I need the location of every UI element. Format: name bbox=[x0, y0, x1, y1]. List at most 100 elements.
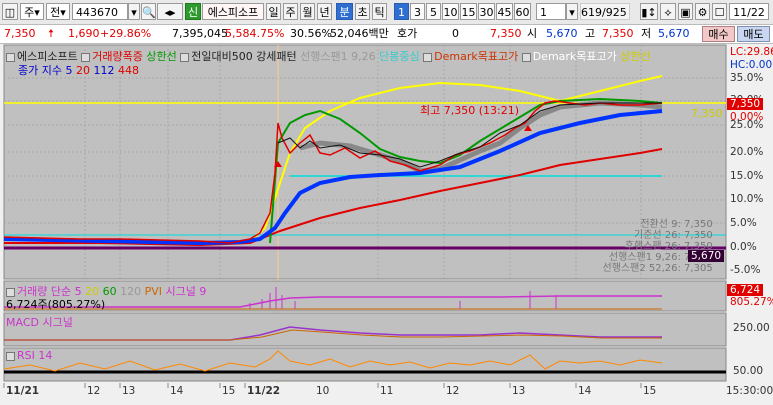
low-price-box: 5,670 bbox=[688, 250, 725, 262]
volume: 7,395,045 bbox=[172, 27, 228, 40]
period-week[interactable]: 주 bbox=[283, 3, 298, 20]
trade-amount: 52,046백만 bbox=[330, 27, 389, 40]
interval-10[interactable]: 10 bbox=[442, 3, 459, 20]
count-value: 1 bbox=[540, 6, 547, 19]
legend-ma448: 448 bbox=[117, 64, 139, 77]
interval-30[interactable]: 30 bbox=[478, 3, 495, 20]
sell-button-label: 매도 bbox=[743, 28, 764, 41]
interval-10-label: 10 bbox=[443, 6, 458, 19]
vol-legend-pvi: PVI bbox=[144, 285, 163, 298]
interval-3-label: 3 bbox=[414, 6, 421, 19]
interval-15[interactable]: 15 bbox=[460, 3, 477, 20]
type-select[interactable]: 주▾ bbox=[20, 3, 44, 20]
time-label-1122: 11/22 bbox=[247, 385, 281, 397]
interval-1-label: 1 bbox=[398, 6, 405, 19]
time-label-13b: 13 bbox=[512, 385, 526, 397]
low-label: 저 bbox=[641, 27, 652, 40]
legend-candle-center: 단봉중심 bbox=[379, 50, 420, 63]
note-span2: 선행스팬2 52,26: 7,305 bbox=[602, 263, 713, 274]
legend-demark-2: Demark목표고가 bbox=[532, 50, 617, 63]
up-arrow-icon: 🠅 bbox=[48, 27, 55, 40]
date-value: 11/22 bbox=[733, 6, 765, 19]
code-value: 443670 bbox=[76, 6, 118, 19]
period-day-label: 일 bbox=[268, 6, 279, 19]
legend-row-2: 종가 지수 5 20 112 448 bbox=[18, 62, 139, 78]
legend-ma20: 20 bbox=[75, 64, 90, 77]
interval-45[interactable]: 45 bbox=[496, 3, 513, 20]
stock-name-field[interactable]: 에스피소프 bbox=[202, 3, 264, 20]
interval-45-label: 45 bbox=[497, 6, 512, 19]
period-tick-label: 틱 bbox=[374, 6, 385, 19]
right-price-annotation: 7,350 bbox=[691, 107, 723, 120]
count-input[interactable]: 1 bbox=[536, 3, 566, 20]
period-minute[interactable]: 분 bbox=[336, 3, 353, 20]
count-dropdown-icon[interactable]: ▾ bbox=[566, 3, 578, 20]
period-day[interactable]: 일 bbox=[266, 3, 281, 20]
code-dropdown-icon[interactable]: ▾ bbox=[128, 3, 140, 20]
volume-pct-box: 805.27% bbox=[730, 296, 773, 308]
legend-upper: 상한선 bbox=[146, 50, 177, 63]
tick-20: 20.0% bbox=[730, 146, 764, 158]
legend-box-icon bbox=[521, 52, 531, 62]
interval-5[interactable]: 5 bbox=[426, 3, 441, 20]
period-month[interactable]: 월 bbox=[300, 3, 315, 20]
rsi-legend-label: RSI 14 bbox=[17, 349, 53, 362]
tick-15: 15.0% bbox=[730, 170, 764, 182]
buy-button[interactable]: 매수 bbox=[702, 26, 735, 42]
volume-sub: 6,724주(805.27%) bbox=[6, 298, 106, 311]
interval-5-label: 5 bbox=[430, 6, 437, 19]
period-week-label: 주 bbox=[285, 6, 296, 19]
time-label-12b: 12 bbox=[446, 385, 460, 397]
vol-legend-120: 120 bbox=[120, 285, 142, 298]
period-second[interactable]: 초 bbox=[355, 3, 370, 20]
period-year-label: 년 bbox=[319, 6, 330, 19]
last-price-box: 7,350 bbox=[727, 98, 764, 110]
search-icon[interactable]: 🔍 bbox=[141, 3, 156, 20]
time-label-13a: 13 bbox=[122, 385, 136, 397]
open-label: 시 bbox=[527, 27, 538, 40]
hoga-value: 0 bbox=[452, 27, 459, 40]
high-annotation: 최고 7,350 (13:21) bbox=[420, 104, 520, 117]
page-counter-value: 619/925 bbox=[581, 6, 627, 19]
interval-60[interactable]: 60 bbox=[514, 3, 531, 20]
macd-legend-signal: 시그널 bbox=[42, 316, 73, 329]
time-label-end: 15:30:00 bbox=[726, 385, 773, 397]
sell-button[interactable]: 매도 bbox=[737, 26, 770, 42]
chart-area[interactable]: 에스피소프트 거래량폭증 상한선 전일대비500 강세패턴 선행스팬1 9,26… bbox=[0, 43, 773, 402]
tick-0: 0.0% bbox=[730, 241, 757, 253]
time-label-10: 10 bbox=[316, 385, 330, 397]
note-conversion: 전환선 9: 7,350 bbox=[640, 219, 713, 230]
tick-minus-5: -5.0% bbox=[730, 264, 761, 276]
time-label-15a: 15 bbox=[222, 385, 236, 397]
macd-legend-macd: MACD bbox=[6, 316, 39, 329]
period-year[interactable]: 년 bbox=[317, 3, 332, 20]
item-select[interactable]: 전▾ bbox=[46, 3, 70, 20]
item-select-value: 전 bbox=[50, 6, 61, 19]
low-price: 5,670 bbox=[658, 27, 690, 40]
gear-icon[interactable]: ⚙ bbox=[695, 3, 710, 20]
time-label-14b: 14 bbox=[578, 385, 592, 397]
tools-icon[interactable]: ⟡ bbox=[660, 3, 676, 20]
legend-box-icon bbox=[81, 52, 91, 62]
open-price: 5,670 bbox=[546, 27, 578, 40]
stock-name: 에스피소프 bbox=[207, 6, 259, 19]
window-icon[interactable]: ◫ bbox=[2, 3, 18, 20]
new-badge-label: 신 bbox=[187, 6, 199, 19]
checkbox-icon[interactable]: ☐ bbox=[712, 3, 727, 20]
date-field[interactable]: 11/22 bbox=[729, 3, 769, 20]
period-tick[interactable]: 틱 bbox=[372, 3, 387, 20]
interval-3[interactable]: 3 bbox=[410, 3, 425, 20]
price-change: 1,690 bbox=[68, 27, 100, 40]
vol-legend-signal: 시그널 9 bbox=[165, 285, 207, 298]
ichimoku-notes: 전환선 9: 7,350 기준선 26: 7,350 후행스팬 26: 7,35… bbox=[592, 219, 713, 274]
code-input[interactable]: 443670 bbox=[72, 3, 128, 20]
period-minute-label: 분 bbox=[339, 6, 350, 19]
save-icon[interactable]: ▣ bbox=[678, 3, 693, 20]
bar-settings-icon[interactable]: ▮↕ bbox=[640, 3, 658, 20]
rsi-legend: RSI 14 bbox=[6, 349, 52, 362]
prev-next-icon[interactable]: ◂▸ bbox=[157, 3, 183, 20]
quote-bar: 7,350 🠅 1,690 +29.86% 7,395,045 5,584.75… bbox=[0, 25, 773, 44]
time-label-1121: 11/21 bbox=[6, 385, 40, 397]
interval-1[interactable]: 1 bbox=[394, 3, 409, 20]
high-price: 7,350 bbox=[602, 27, 634, 40]
